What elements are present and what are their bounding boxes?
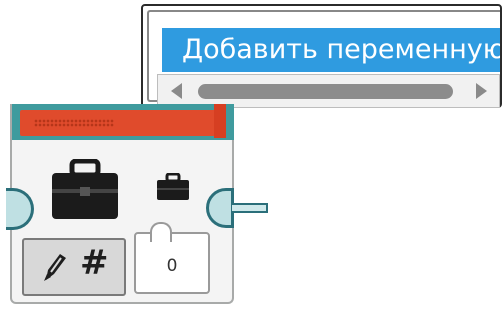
briefcase-icon (50, 158, 120, 225)
block-header-bar (20, 110, 226, 136)
input-port[interactable] (6, 188, 34, 230)
scroll-thumb[interactable] (198, 84, 453, 99)
scroll-right-arrow-icon[interactable] (476, 83, 487, 99)
value-input-notch (150, 222, 172, 242)
popup-inner-frame: Добавить переменную (147, 10, 500, 108)
value-text: 0 (166, 256, 178, 276)
pencil-icon (42, 252, 68, 286)
header-tab (214, 104, 226, 138)
mode-selector-button[interactable]: # (22, 238, 126, 296)
numeric-type-label: # (80, 243, 109, 283)
small-briefcase-icon (156, 172, 190, 205)
value-input[interactable]: 0 (134, 222, 210, 294)
horizontal-scrollbar[interactable] (157, 74, 500, 108)
scroll-left-arrow-icon[interactable] (171, 83, 182, 99)
variable-block[interactable]: # 0 (6, 104, 268, 304)
block-header (12, 104, 234, 140)
grip-dots (34, 119, 114, 127)
variable-name-field[interactable]: Добавить переменную (162, 28, 500, 72)
output-wire-stub (232, 203, 268, 213)
output-port[interactable] (206, 188, 234, 228)
variable-name-popup: Добавить переменную (141, 4, 502, 108)
